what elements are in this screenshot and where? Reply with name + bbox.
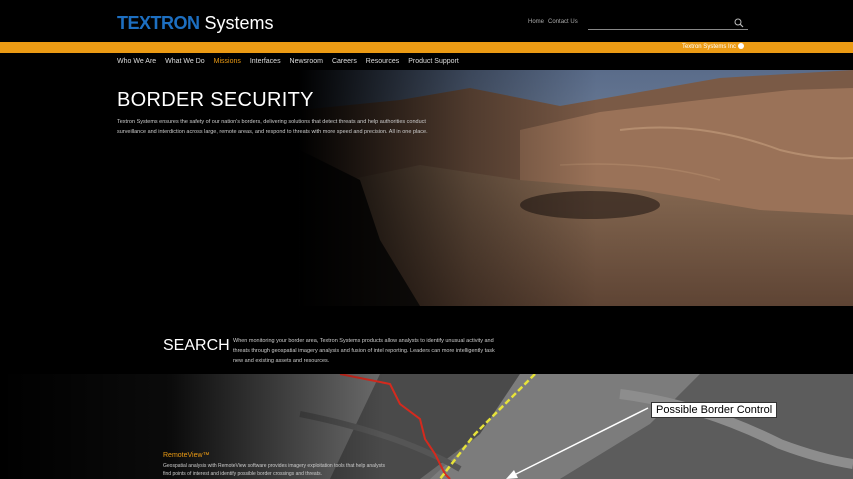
border-satellite-image [0, 374, 853, 479]
search-icon[interactable] [733, 16, 745, 28]
callout-label: Possible Border Control [651, 402, 778, 418]
nav-item-newsroom[interactable]: Newsroom [290, 58, 323, 65]
arrow-circle-icon [738, 43, 744, 49]
nav-item-product-support[interactable]: Product Support [408, 58, 459, 65]
nav-item-careers[interactable]: Careers [332, 58, 357, 65]
feature-description: Geospatial analysis with RemoteView soft… [163, 463, 385, 477]
nav-item-missions[interactable]: Missions [214, 58, 241, 65]
search-description: When monitoring your border area, Textro… [233, 338, 495, 364]
orange-banner: Textron Systems Inc [0, 42, 853, 53]
main-nav: Who We Are What We Do Missions Interface… [117, 58, 466, 70]
page-title: BORDER SECURITY [117, 89, 314, 111]
satellite-map-image [0, 374, 853, 479]
page: TEXTRON Systems Home Contact Us Textron Sy… [0, 0, 853, 479]
logo-brand: TEXTRON [117, 13, 200, 33]
feature-title[interactable]: RemoteView™ [163, 452, 210, 459]
search-input[interactable] [588, 14, 748, 30]
nav-item-resources[interactable]: Resources [366, 58, 399, 65]
util-link-home[interactable]: Home [528, 19, 544, 25]
nav-item-who-we-are[interactable]: Who We Are [117, 58, 156, 65]
logo-sub: Systems [204, 13, 274, 33]
site-header: TEXTRON Systems Home Contact Us [0, 0, 853, 42]
section-title-search: SEARCH [163, 337, 230, 354]
textron-systems-logo[interactable]: TEXTRON Systems [117, 14, 274, 32]
util-link-contact[interactable]: Contact Us [548, 19, 578, 25]
utility-links: Home Contact Us [528, 19, 582, 25]
nav-item-interfaces[interactable]: Interfaces [250, 58, 281, 65]
banner-link-label: Textron Systems Inc [681, 44, 736, 50]
banner-link[interactable]: Textron Systems Inc [682, 43, 744, 50]
hero-description: Textron Systems ensures the safety of ou… [117, 119, 428, 135]
nav-item-what-we-do[interactable]: What We Do [165, 58, 205, 65]
